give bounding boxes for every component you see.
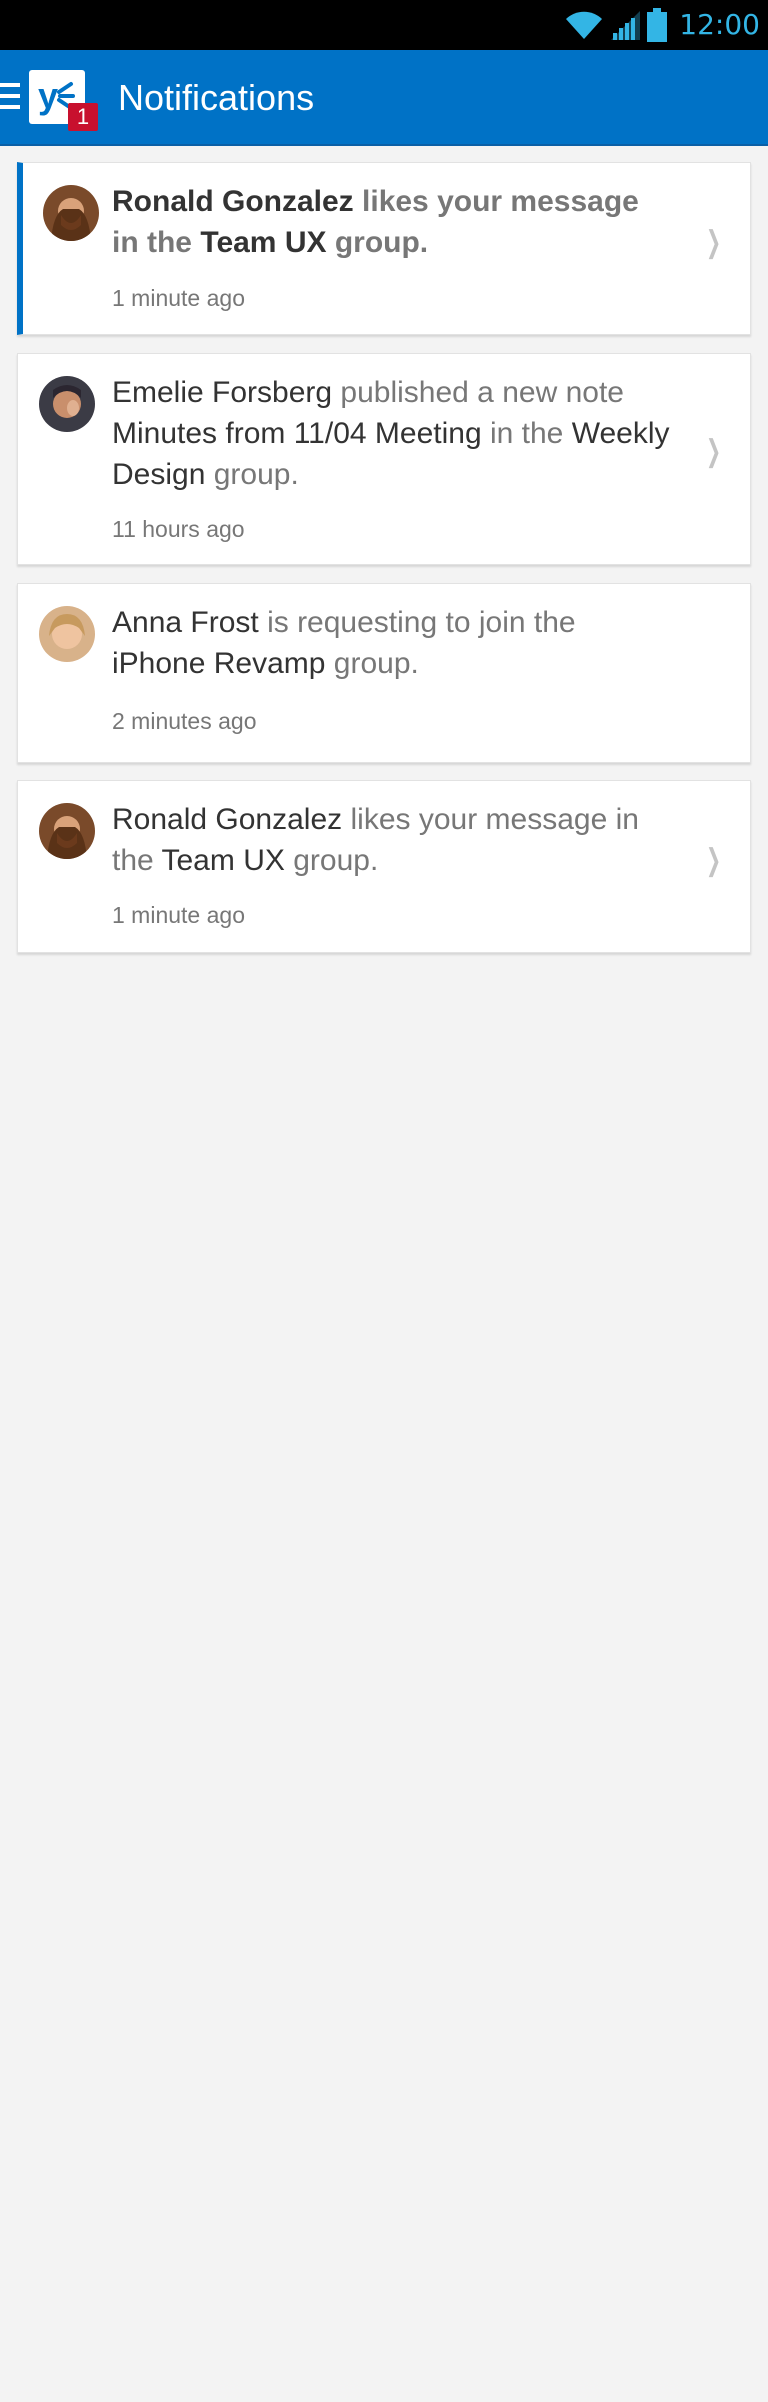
status-time: 12:00 bbox=[679, 8, 760, 41]
notification-card[interactable]: Emelie Forsberg published a new note Min… bbox=[17, 353, 751, 565]
notification-text: Anna Frost is requesting to join the iPh… bbox=[112, 606, 576, 680]
timestamp: 2 minutes ago bbox=[112, 708, 257, 734]
signal-icon bbox=[611, 11, 641, 40]
notification-badge: 1 bbox=[68, 103, 98, 131]
actor-name: Emelie Forsberg bbox=[112, 376, 333, 409]
notification-card[interactable]: Anna Frost is requesting to join the iPh… bbox=[17, 583, 751, 763]
note-title: Minutes from 11/04 Meeting bbox=[112, 417, 482, 450]
actor-name: Ronald Gonzalez bbox=[112, 185, 354, 218]
chevron-right-icon: ❯ bbox=[705, 435, 721, 468]
avatar bbox=[39, 606, 95, 662]
chevron-right-icon: ❯ bbox=[705, 226, 721, 259]
group-name: Team UX bbox=[161, 844, 285, 877]
status-icons: 12:00 bbox=[565, 6, 760, 44]
app-bar: y 1 Notifications bbox=[0, 50, 768, 146]
notification-text: Ronald Gonzalez likes your message in th… bbox=[112, 185, 639, 259]
actor-name: Anna Frost bbox=[112, 606, 259, 639]
avatar bbox=[43, 185, 99, 241]
avatar bbox=[39, 803, 95, 859]
timestamp: 1 minute ago bbox=[112, 902, 245, 928]
status-bar: 12:00 bbox=[0, 0, 768, 50]
menu-icon[interactable] bbox=[0, 83, 20, 113]
logo-letter: y bbox=[38, 75, 58, 116]
avatar bbox=[39, 376, 95, 432]
notification-card[interactable]: Ronald Gonzalez likes your message in th… bbox=[17, 162, 751, 335]
timestamp: 1 minute ago bbox=[112, 285, 245, 311]
notification-text: Ronald Gonzalez likes your message in th… bbox=[112, 803, 639, 877]
notification-card[interactable]: Ronald Gonzalez likes your message in th… bbox=[17, 780, 751, 953]
actor-name: Ronald Gonzalez bbox=[112, 803, 343, 836]
group-name: Team UX bbox=[200, 226, 327, 259]
page-title: Notifications bbox=[118, 77, 315, 118]
wifi-icon bbox=[566, 11, 603, 39]
chevron-right-icon: ❯ bbox=[705, 844, 721, 877]
timestamp: 11 hours ago bbox=[112, 516, 245, 542]
notification-text: Emelie Forsberg published a new note Min… bbox=[112, 376, 670, 491]
battery-icon bbox=[647, 8, 668, 42]
group-name: iPhone Revamp bbox=[112, 647, 326, 680]
